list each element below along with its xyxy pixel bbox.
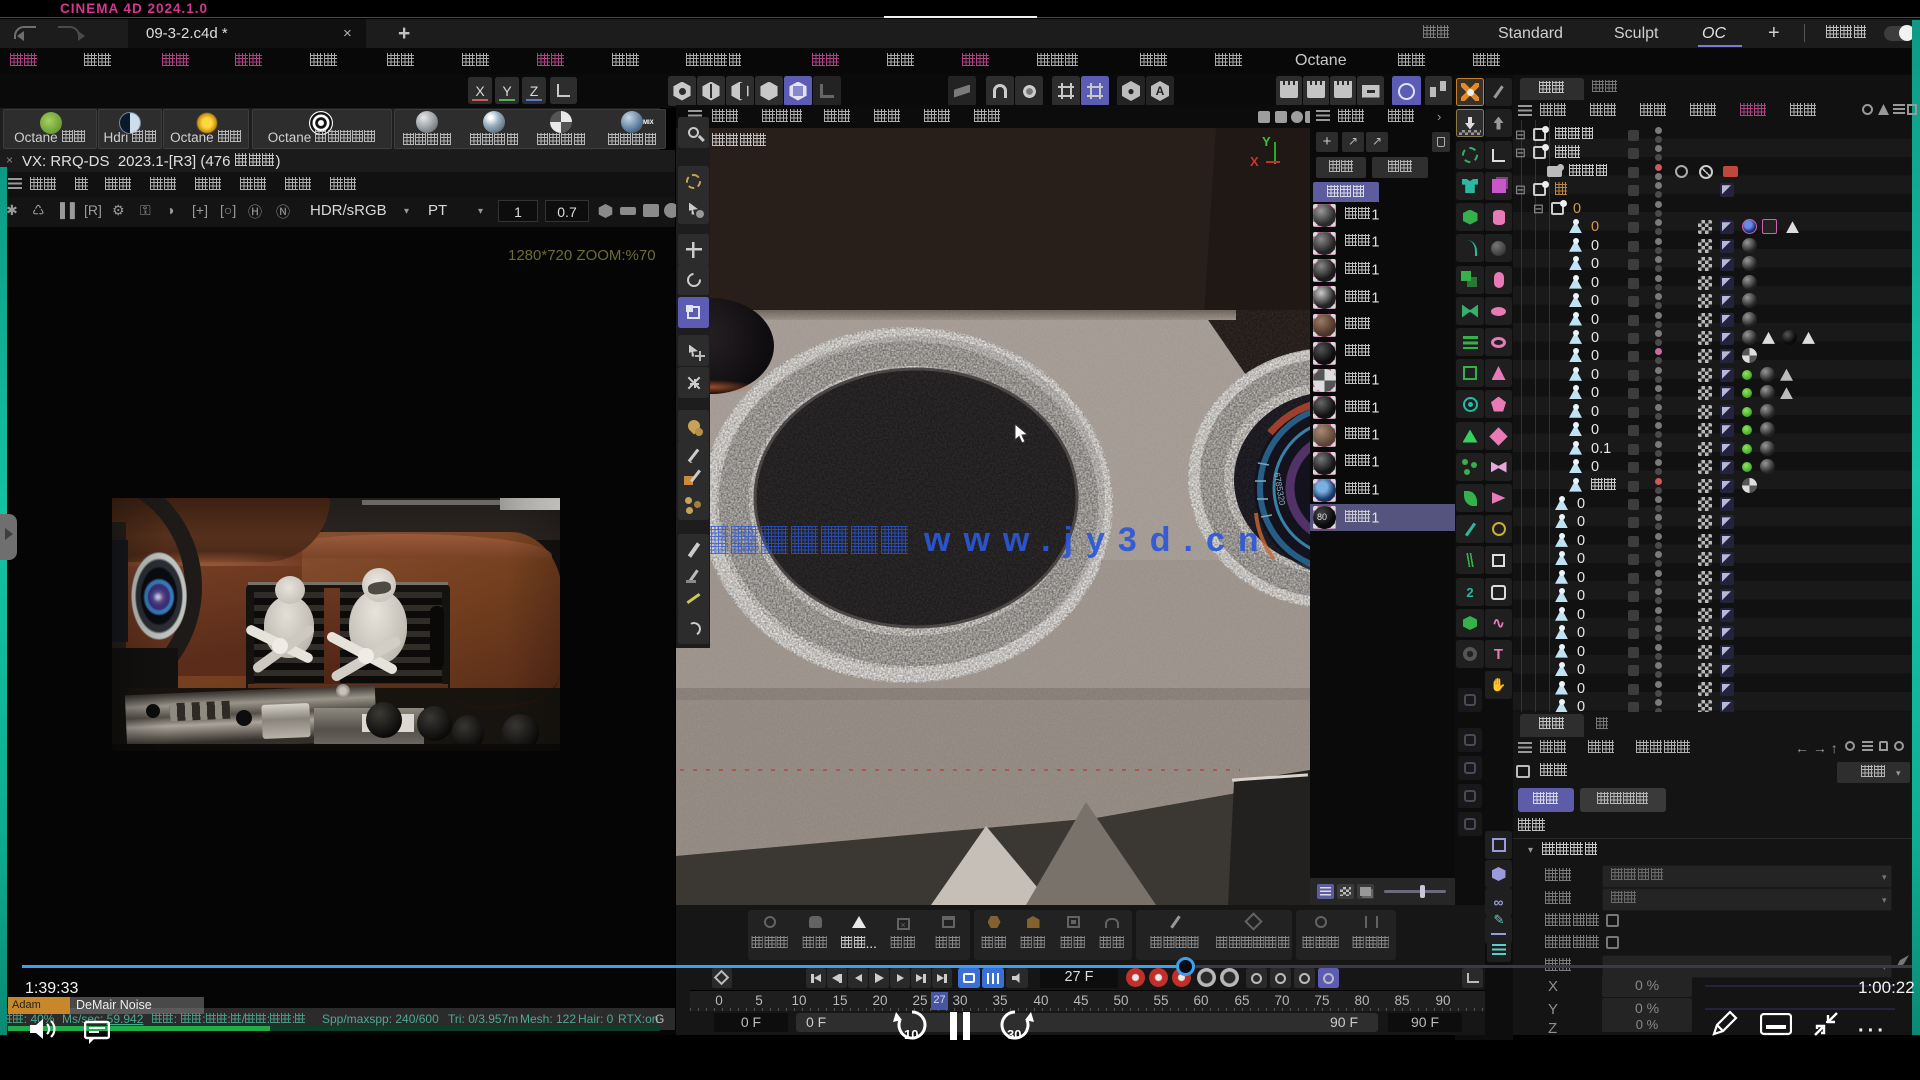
- svg-text:10: 10: [904, 1027, 918, 1042]
- svg-text:30: 30: [1007, 1027, 1021, 1042]
